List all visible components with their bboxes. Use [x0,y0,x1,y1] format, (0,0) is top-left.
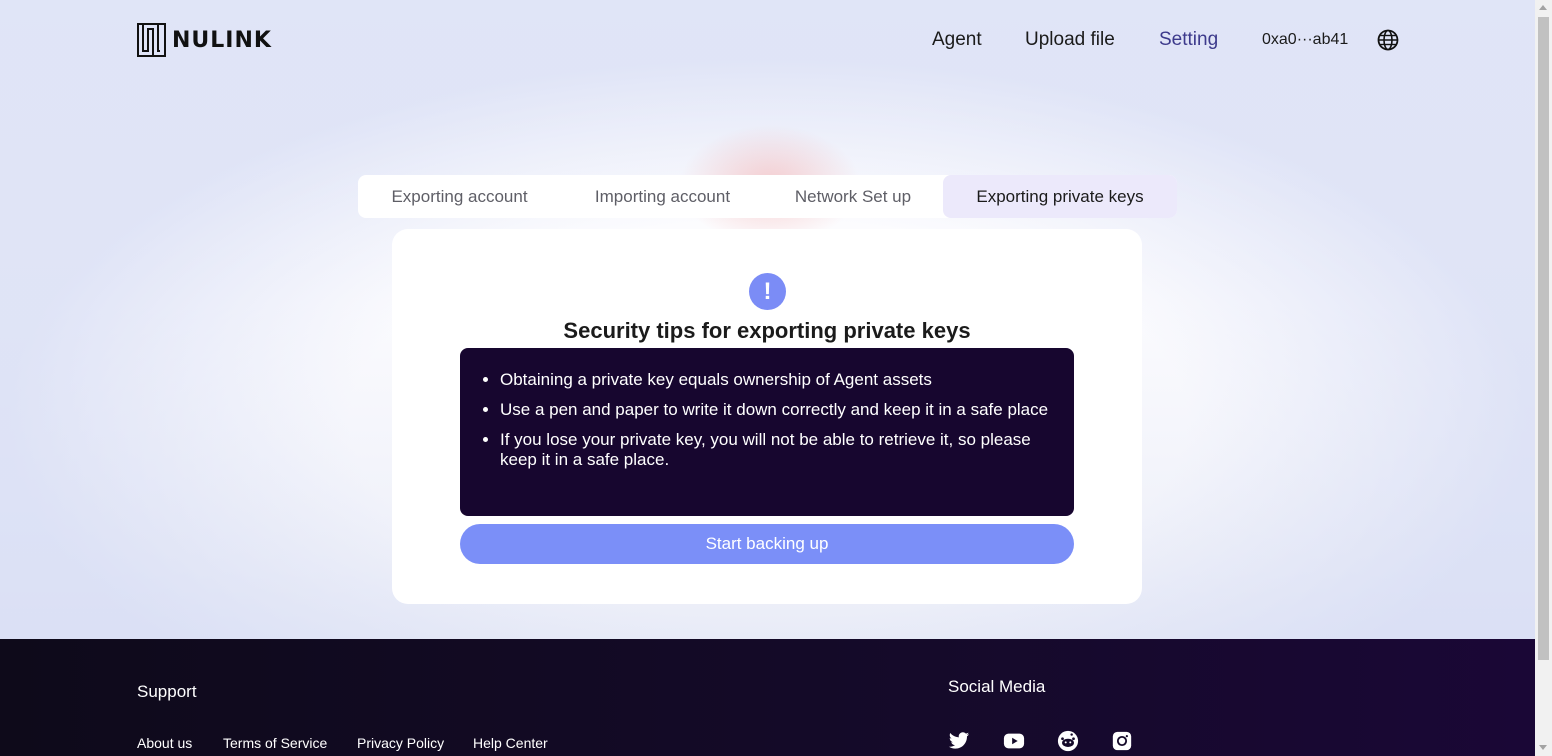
tip-item: Obtaining a private key equals ownership… [500,370,1050,390]
scroll-up-arrow-icon[interactable] [1539,5,1547,10]
tab-exporting-account[interactable]: Exporting account [358,175,561,218]
header: NULINK Agent Upload file Setting 0xa0···… [0,0,1535,80]
wallet-address[interactable]: 0xa0···ab41 [1262,30,1348,50]
tips-list: Obtaining a private key equals ownership… [500,370,1050,470]
footer-link-help-center[interactable]: Help Center [473,735,548,751]
nav-setting[interactable]: Setting [1159,28,1218,52]
instagram-icon[interactable] [1111,730,1133,752]
scrollbar-thumb[interactable] [1538,17,1549,660]
nav-upload-file[interactable]: Upload file [1025,28,1115,52]
security-tips-box: Obtaining a private key equals ownership… [460,348,1074,516]
start-backing-up-button[interactable]: Start backing up [460,524,1074,564]
youtube-icon[interactable] [1003,730,1025,752]
reddit-icon[interactable] [1057,730,1079,752]
globe-icon[interactable] [1377,29,1399,51]
tip-item: If you lose your private key, you will n… [500,430,1050,470]
footer-link-privacy-policy[interactable]: Privacy Policy [357,735,444,751]
vertical-scrollbar[interactable] [1535,0,1552,756]
nav-agent[interactable]: Agent [932,28,982,52]
export-private-key-card: ! Security tips for exporting private ke… [392,229,1142,604]
footer-link-about-us[interactable]: About us [137,735,192,751]
scroll-down-arrow-icon[interactable] [1539,745,1547,750]
exclamation-icon: ! [749,273,786,310]
tab-importing-account[interactable]: Importing account [561,175,764,218]
support-title: Support [137,682,197,701]
twitter-icon[interactable] [948,730,970,752]
social-media-title: Social Media [948,677,1046,696]
tip-item: Use a pen and paper to write it down cor… [500,400,1050,420]
settings-tabs: Exporting account Importing account Netw… [358,175,1177,218]
footer: Support About us Terms of Service Privac… [0,639,1535,756]
card-title: Security tips for exporting private keys [563,318,971,343]
page: NULINK Agent Upload file Setting 0xa0···… [0,0,1535,756]
tab-exporting-private-keys[interactable]: Exporting private keys [943,175,1177,218]
footer-link-terms-of-service[interactable]: Terms of Service [223,735,327,751]
tab-network-set-up[interactable]: Network Set up [764,175,942,218]
